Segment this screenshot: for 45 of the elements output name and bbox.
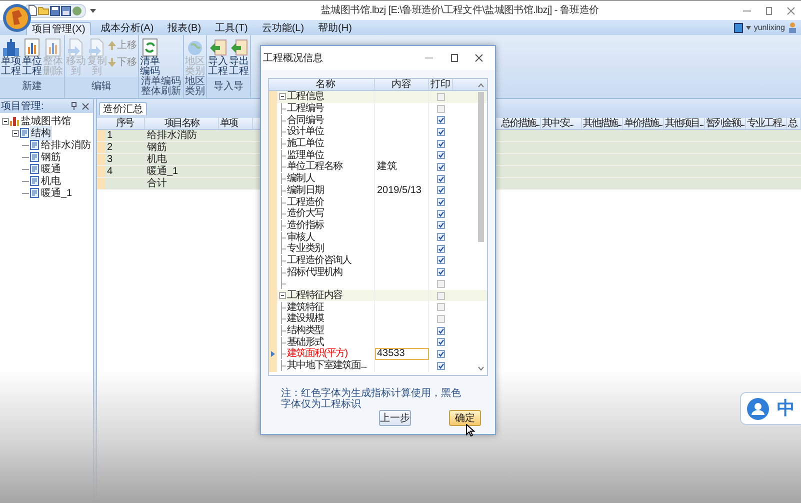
property-name: 监理单位	[287, 150, 324, 161]
dialog-title: 工程概况信息	[263, 52, 323, 66]
user-name: yunlixing	[754, 22, 785, 34]
table-cell-text: 机电	[146, 154, 168, 165]
property-name: 单位工程名称	[287, 161, 342, 172]
property-name: 设计单位	[287, 126, 324, 138]
property-name: 结构类型	[287, 325, 324, 336]
table-cell-text: 4	[106, 166, 114, 177]
table-cell-text: 给排水消防	[146, 130, 198, 141]
ribbon-group-label: 新建	[0, 77, 64, 97]
property-name: 工程编号	[287, 103, 324, 114]
property-value: 建筑	[376, 161, 397, 172]
table-cell-text: 1	[106, 130, 114, 141]
property-name: 施工单位	[287, 138, 324, 150]
property-name: 编制日期	[287, 184, 324, 196]
property-name: 工程信息	[287, 91, 324, 102]
property-name: 工程造价咨询人	[287, 254, 352, 266]
chat-label: 中	[777, 397, 795, 420]
property-name: 工程造价	[287, 196, 324, 208]
table-cell-text: 合计	[146, 178, 168, 189]
property-name: 合同编号	[287, 114, 324, 126]
property-name: 其中地下室建筑面...	[287, 360, 367, 372]
panel-title: 项目管理:	[1, 100, 44, 114]
property-name: 基础形式	[287, 336, 324, 348]
table-cell-text: 钢筋	[146, 142, 168, 153]
ribbon-group-label: 清单编码整体刷新	[139, 77, 183, 97]
property-name: 建设规模	[287, 313, 324, 324]
property-name: 建筑面积(平方)	[287, 348, 348, 360]
property-name: 专业类别	[287, 243, 324, 254]
note-text: 注：红色字体为生成指标计算使用，黑色字体仅为工程标识	[281, 388, 461, 410]
table-cell-text: 2	[106, 142, 114, 153]
window-title: 盐城图书馆.lbzj [E:\鲁班造价\工程文件\盐城图书馆.lbzj] - 鲁班造价	[321, 4, 599, 18]
property-name: 建筑特征	[287, 302, 324, 313]
property-name: 工程特征内容	[287, 290, 342, 302]
property-name: 造价大写	[287, 208, 324, 220]
table-cell-text: 暖通_1	[146, 166, 180, 177]
property-name: 编制人	[287, 173, 315, 184]
property-value: 2019/5/13	[376, 184, 422, 196]
table-cell-text: 3	[106, 154, 114, 165]
ribbon-group-label: 编辑	[65, 77, 138, 97]
property-name: 造价指标	[287, 220, 324, 231]
ribbon-group-label: 导入导	[207, 77, 250, 97]
property-name: 招标代理机构	[287, 266, 342, 278]
property-name: 审核人	[287, 232, 315, 243]
ribbon-group-label: 地区类别	[184, 77, 206, 97]
